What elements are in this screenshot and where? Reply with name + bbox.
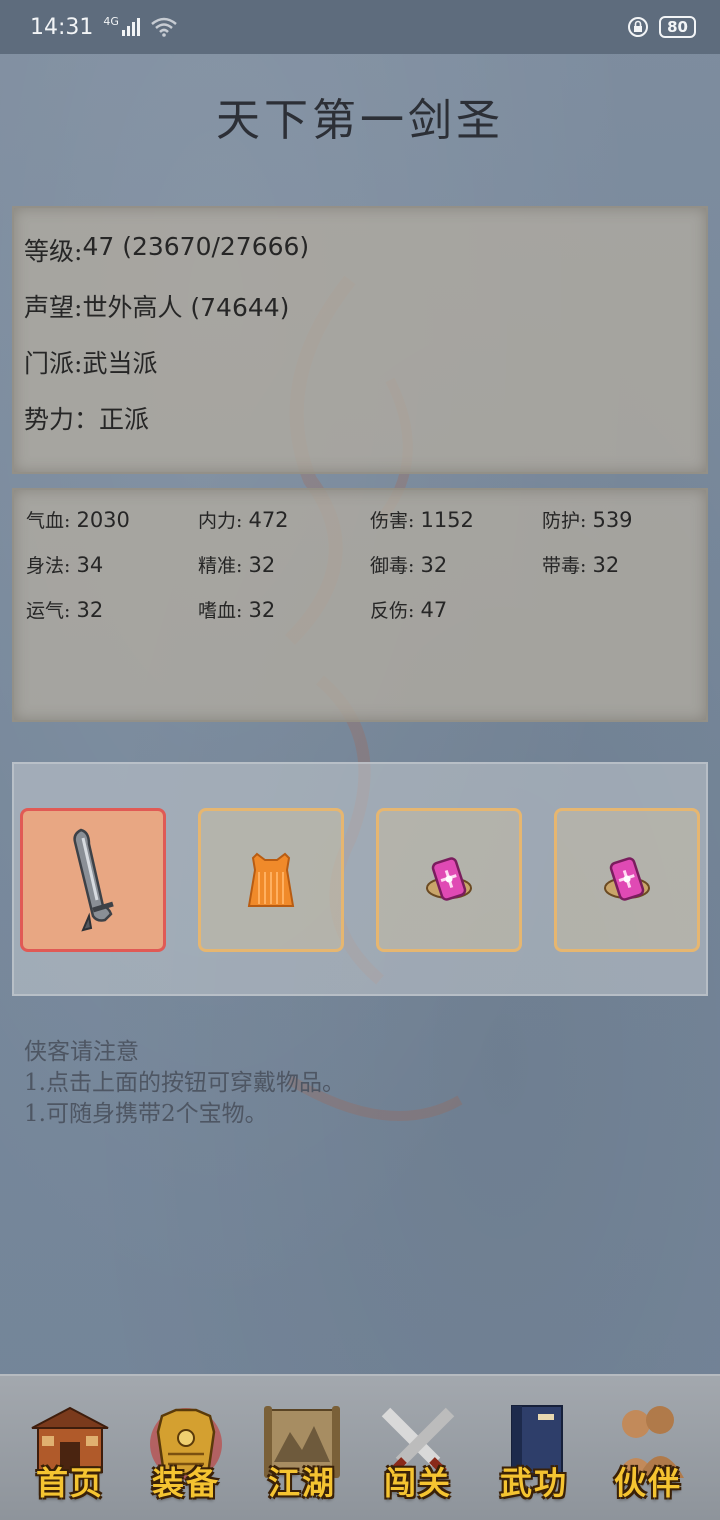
info-row-sect: 门派: 武当派 <box>24 344 696 400</box>
rotation-lock-icon <box>628 17 649 37</box>
equipment-panel <box>12 762 708 996</box>
stat-agility: 身法: 34 <box>26 553 104 577</box>
info-value: 武当派 <box>82 349 158 378</box>
nav-label: 武功 <box>499 1464 568 1502</box>
nav-label: 装备 <box>151 1464 220 1502</box>
stat-damage: 伤害: 1152 <box>370 508 474 532</box>
nav-home[interactable]: 首页 <box>20 1396 120 1508</box>
equip-slot-armor[interactable] <box>198 808 344 952</box>
stat-reflect: 反伤: 47 <box>370 598 448 622</box>
cellular-signal-icon <box>121 18 140 36</box>
note-line: 1.可随身携带2个宝物。 <box>24 1101 268 1127</box>
sword-icon <box>73 828 114 932</box>
hint-notes: 侠客请注意 1.点击上面的按钮可穿戴物品。 1.可随身携带2个宝物。 <box>24 1032 345 1127</box>
stat-hp: 气血: 2030 <box>26 508 130 532</box>
stat-poison: 带毒: 32 <box>542 553 620 577</box>
clock: 14:31 <box>30 14 94 40</box>
wifi-icon <box>151 17 177 37</box>
equip-slot-weapon[interactable] <box>20 808 166 952</box>
nav-label: 首页 <box>35 1464 104 1502</box>
info-value: 世外高人 (74644) <box>82 293 290 322</box>
treasure-icon <box>426 857 472 901</box>
info-row-faction: 势力： 正派 <box>24 400 696 456</box>
info-row-level: 等级: 47 (23670/27666) <box>24 232 696 288</box>
stat-luck: 运气: 32 <box>26 598 104 622</box>
nav-companions[interactable]: 伙伴 <box>598 1396 698 1508</box>
stat-accuracy: 精准: 32 <box>198 553 276 577</box>
info-value: 47 (23670/27666) <box>82 232 310 261</box>
nav-label: 江湖 <box>267 1464 336 1502</box>
info-label: 声望: <box>24 293 83 322</box>
stat-defense: 防护: 539 <box>542 508 633 532</box>
equip-slot-treasure-2[interactable] <box>554 808 700 952</box>
treasure-icon <box>604 857 650 901</box>
nav-martial-arts[interactable]: 武功 <box>484 1396 584 1508</box>
equip-slot-treasure-1[interactable] <box>376 808 522 952</box>
info-label: 等级: <box>24 237 83 266</box>
nav-label: 闯关 <box>383 1464 452 1502</box>
page-title: 天下第一剑圣 <box>216 95 504 146</box>
attributes-panel: 气血: 2030 内力: 472 伤害: 1152 防护: 539 身法: 34… <box>12 488 708 722</box>
nav-challenge[interactable]: 闯关 <box>368 1396 468 1508</box>
signal-icon: 4G <box>103 14 119 28</box>
stat-poison-resist: 御毒: 32 <box>370 553 448 577</box>
note-line: 1.点击上面的按钮可穿戴物品。 <box>24 1070 345 1096</box>
info-label: 门派: <box>24 349 83 378</box>
bottom-navigation: 首页 装备 江湖 闯关 武功 伙伴 <box>0 1374 720 1520</box>
character-info-panel: 等级: 47 (23670/27666) 声望: 世外高人 (74644) 门派… <box>12 206 708 474</box>
nav-jianghu[interactable]: 江湖 <box>252 1396 352 1508</box>
notes-heading: 侠客请注意 <box>24 1039 139 1065</box>
nav-label: 伙伴 <box>613 1464 682 1502</box>
nav-equipment[interactable]: 装备 <box>136 1396 236 1508</box>
battery-indicator: 80 <box>659 16 696 38</box>
info-value: 正派 <box>99 405 150 434</box>
stat-lifesteal: 嗜血: 32 <box>198 598 276 622</box>
armor-icon <box>247 852 295 907</box>
info-row-reputation: 声望: 世外高人 (74644) <box>24 288 696 344</box>
stat-internal-power: 内力: 472 <box>198 508 289 532</box>
status-bar: 14:31 4G 80 <box>0 0 720 54</box>
info-label: 势力： <box>24 405 100 434</box>
